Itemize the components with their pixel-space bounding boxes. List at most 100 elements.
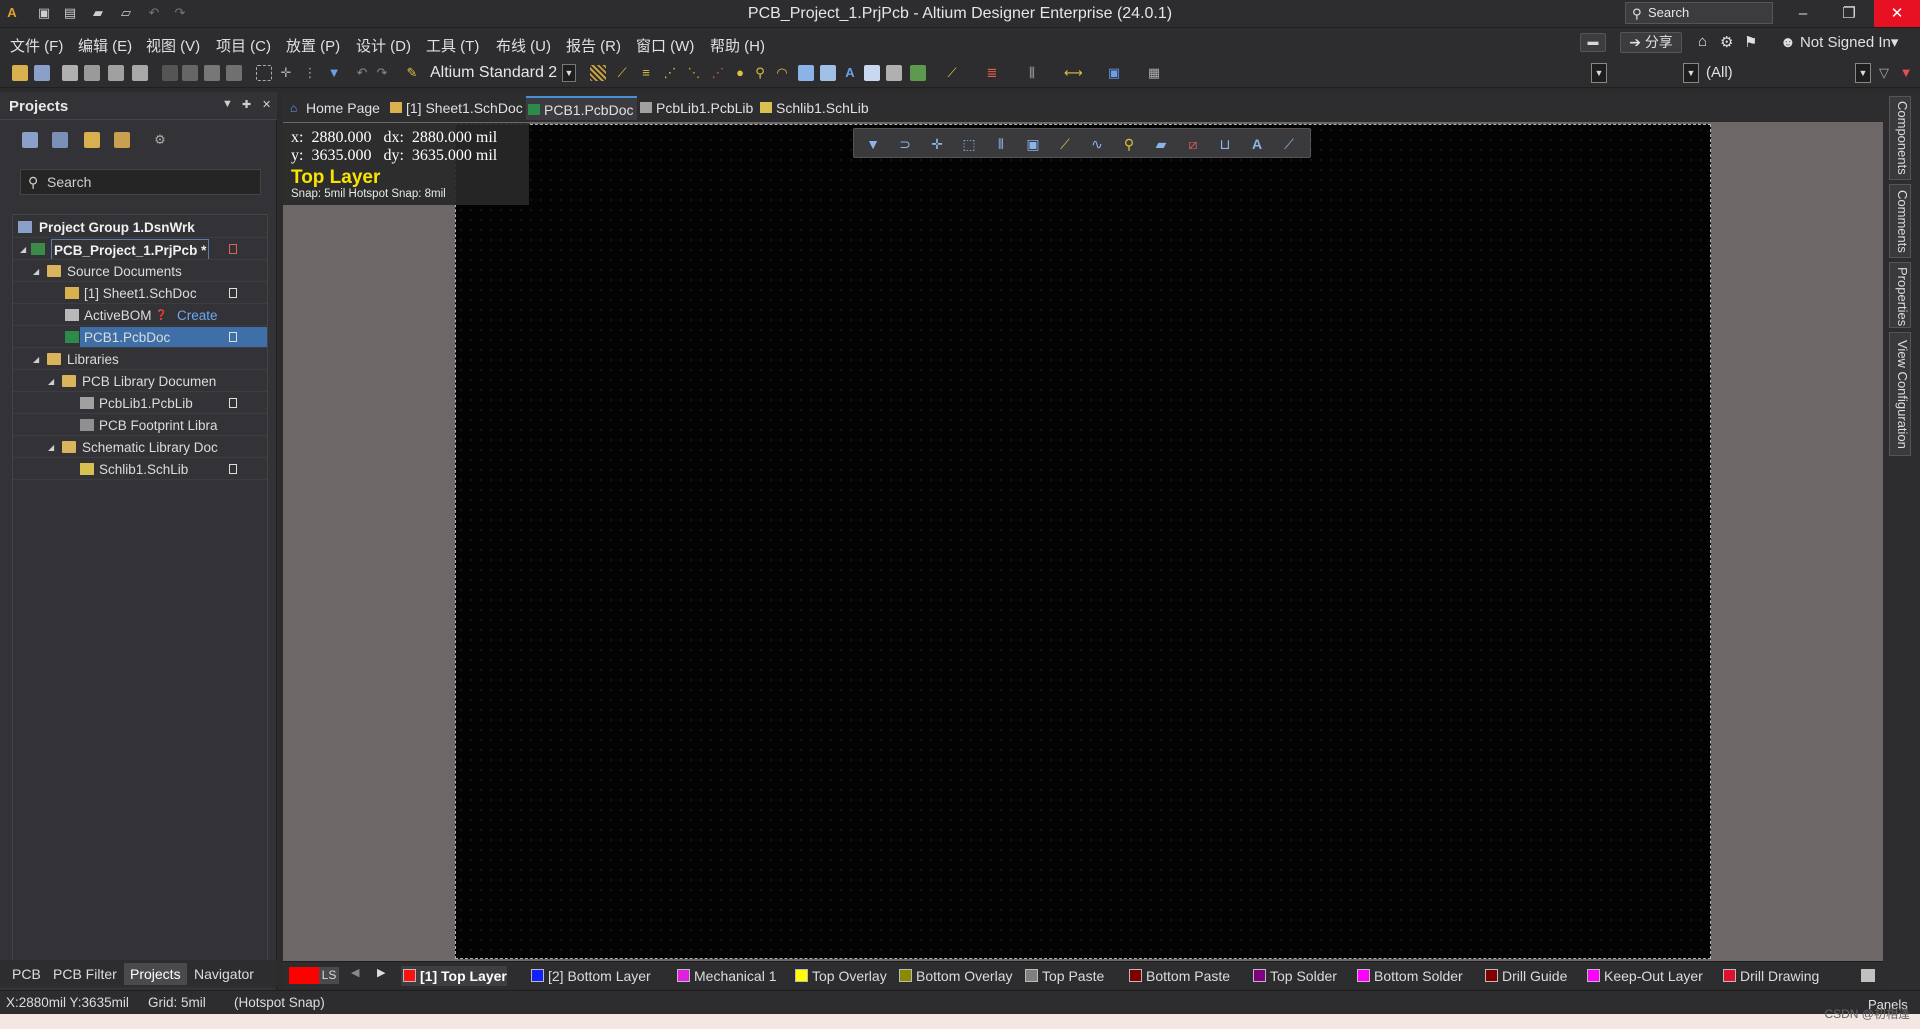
tree-item-schlib[interactable]: Schlib1.SchLib: [13, 459, 267, 480]
layer-tab[interactable]: [2] Bottom Layer: [529, 966, 651, 986]
select-connection-icon[interactable]: ⊃: [896, 135, 914, 153]
layer-tab[interactable]: Bottom Paste: [1127, 966, 1230, 986]
menu-route[interactable]: 布线 (U): [496, 35, 551, 56]
close-button[interactable]: ✕: [1874, 0, 1920, 27]
undo-icon[interactable]: ↶: [354, 65, 370, 81]
tree-item-project-group[interactable]: Project Group 1.DsnWrk: [13, 217, 267, 238]
dimension-icon[interactable]: ⟷: [1064, 65, 1083, 81]
notifications-icon[interactable]: ⚑: [1744, 33, 1757, 53]
pin-icon[interactable]: ✚: [242, 98, 251, 111]
string-icon[interactable]: A: [1248, 135, 1266, 153]
fanout-icon[interactable]: ⋰: [710, 65, 726, 81]
line-icon[interactable]: ⟋: [1280, 135, 1298, 153]
scroll-right-icon[interactable]: ▶: [377, 966, 385, 979]
tree-item-libraries[interactable]: ◢ Libraries: [13, 349, 267, 370]
tree-item-project[interactable]: ◢ PCB_Project_1.PrjPcb *: [13, 239, 267, 260]
share-button[interactable]: ➔ 分享: [1620, 32, 1682, 53]
clear-filter-icon[interactable]: ▼: [326, 65, 342, 81]
more-layers-swatch[interactable]: [1861, 969, 1875, 982]
gear-icon[interactable]: ⚙: [1720, 33, 1733, 53]
tab-sheet1[interactable]: [1] Sheet1.SchDoc: [388, 96, 523, 120]
expand-icon[interactable]: ◢: [33, 261, 39, 281]
zoom-icon[interactable]: [84, 65, 100, 81]
pcb-editor-canvas[interactable]: [283, 122, 1883, 961]
tab-schlib1[interactable]: Schlib1.SchLib: [758, 96, 869, 120]
select-area-icon[interactable]: [256, 65, 272, 81]
filter-icon[interactable]: ▼: [864, 135, 882, 153]
room-icon[interactable]: [910, 65, 926, 81]
layer-tab[interactable]: Bottom Solder: [1355, 966, 1463, 986]
open-file-icon[interactable]: [114, 132, 130, 148]
menu-window[interactable]: 窗口 (W): [636, 35, 694, 56]
layer-tab[interactable]: Keep-Out Layer: [1585, 966, 1703, 986]
move-icon[interactable]: ✛: [928, 135, 946, 153]
tab-pcb1[interactable]: PCB1.PcbDoc: [526, 96, 638, 120]
tree-item-pcb[interactable]: PCB1.PcbDoc: [13, 327, 267, 348]
layer-tab[interactable]: Top Overlay: [793, 966, 887, 986]
pad-icon[interactable]: ●: [732, 65, 748, 81]
comment-button[interactable]: ▬: [1580, 33, 1606, 52]
route-icon[interactable]: ⟋: [1056, 135, 1074, 153]
cut-icon[interactable]: [162, 65, 178, 81]
fill-icon[interactable]: ▰: [1152, 135, 1170, 153]
tree-item-pcb-library-documents[interactable]: ◢ PCB Library Documen: [13, 371, 267, 392]
region-icon[interactable]: [886, 65, 902, 81]
tree-item-footprint-library[interactable]: PCB Footprint Libra: [13, 415, 267, 436]
minimize-button[interactable]: –: [1780, 0, 1826, 27]
tab-properties[interactable]: Properties: [1889, 262, 1911, 328]
tab-projects[interactable]: Projects: [124, 963, 187, 985]
save-all-icon[interactable]: [52, 132, 68, 148]
component-icon[interactable]: ▣: [1024, 135, 1042, 153]
tree-item-sheet[interactable]: [1] Sheet1.SchDoc: [13, 283, 267, 304]
layer-tab[interactable]: Top Paste: [1023, 966, 1104, 986]
menu-edit[interactable]: 编辑 (E): [78, 35, 132, 56]
highlight-icon[interactable]: ✎: [404, 65, 420, 81]
tree-item-source-documents[interactable]: ◢ Source Documents: [13, 261, 267, 282]
align-icon[interactable]: ⫴: [992, 135, 1010, 153]
align-tools-icon[interactable]: ≣: [984, 65, 1000, 81]
string-icon[interactable]: A: [842, 65, 858, 81]
layer-set-button[interactable]: LS: [319, 967, 339, 984]
expand-icon[interactable]: ◢: [48, 371, 54, 391]
component-icon[interactable]: [864, 65, 880, 81]
help-icon[interactable]: ❓: [155, 305, 167, 325]
filter-dropdown[interactable]: ▼: [1683, 63, 1699, 83]
panel-menu-icon[interactable]: ▼: [222, 98, 233, 110]
copy-icon[interactable]: [182, 65, 198, 81]
keepout-icon[interactable]: ⧄: [1184, 135, 1202, 153]
via-icon[interactable]: ⚲: [752, 65, 768, 81]
cross-probe-icon[interactable]: [132, 65, 148, 81]
filter-kind-dropdown[interactable]: ▼: [1855, 63, 1871, 83]
align-icon[interactable]: ⋮: [302, 65, 318, 81]
interactive-route-icon[interactable]: ⟋: [614, 65, 630, 81]
layer-tab[interactable]: Drill Guide: [1483, 966, 1567, 986]
menu-help[interactable]: 帮助 (H): [710, 35, 765, 56]
view-config-icon[interactable]: ▣: [1106, 65, 1122, 81]
tree-item-pcblib[interactable]: PcbLib1.PcbLib: [13, 393, 267, 414]
close-panel-icon[interactable]: ✕: [262, 98, 271, 111]
zoom-selected-icon[interactable]: [108, 65, 124, 81]
grid-icon[interactable]: ▦: [1146, 65, 1162, 81]
layer-tab[interactable]: Drill Drawing: [1721, 966, 1819, 986]
tab-comments[interactable]: Comments: [1889, 184, 1911, 258]
create-link[interactable]: Create: [177, 305, 218, 325]
project-search-input[interactable]: ⚲ Search: [20, 169, 261, 195]
gear-icon[interactable]: ⚙: [152, 132, 168, 148]
global-search-input[interactable]: ⚲ Search: [1625, 2, 1773, 24]
menu-view[interactable]: 视图 (V): [146, 35, 200, 56]
bus-route-icon[interactable]: ⋱: [686, 65, 702, 81]
expand-icon[interactable]: ◢: [48, 437, 54, 457]
open-icon[interactable]: [12, 65, 28, 81]
open-project-icon[interactable]: [84, 132, 100, 148]
polygon-icon[interactable]: [820, 65, 836, 81]
tab-home-page[interactable]: ⌂ Home Page: [288, 96, 380, 120]
menu-place[interactable]: 放置 (P): [286, 35, 340, 56]
multi-route-icon[interactable]: ⋰: [662, 65, 678, 81]
current-layer-swatch[interactable]: [289, 967, 319, 984]
menu-reports[interactable]: 报告 (R): [566, 35, 621, 56]
expand-icon[interactable]: ◢: [20, 239, 26, 259]
menu-project[interactable]: 项目 (C): [216, 35, 271, 56]
restore-button[interactable]: ❐: [1826, 0, 1872, 27]
tab-pcb[interactable]: PCB: [6, 963, 47, 985]
tab-view-configuration[interactable]: View Configuration: [1889, 332, 1911, 456]
